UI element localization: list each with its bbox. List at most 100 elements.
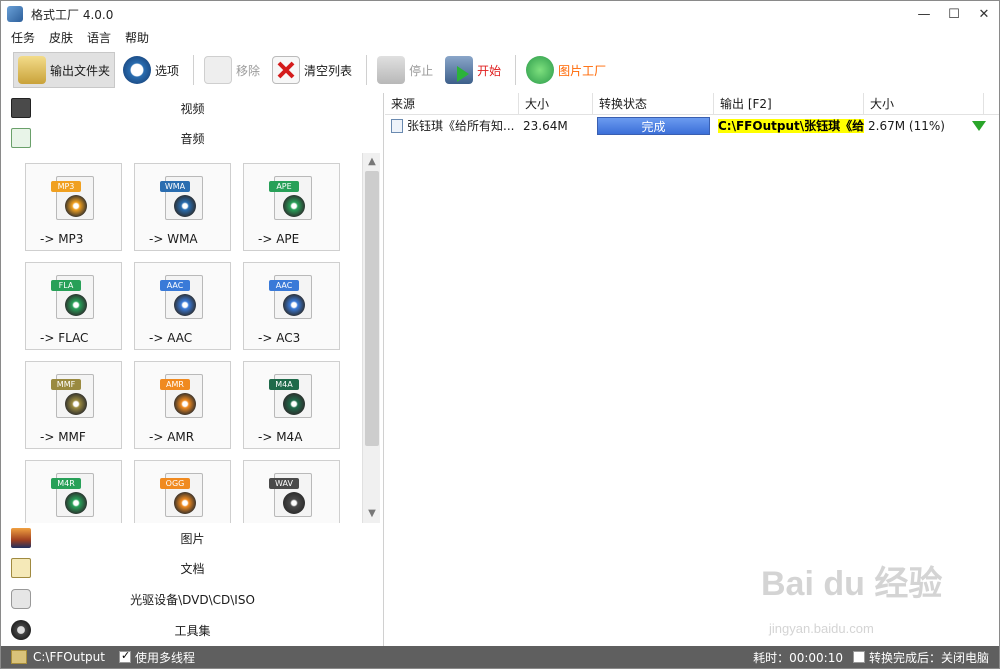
header-output-size[interactable]: 大小 xyxy=(864,93,984,115)
remove-button[interactable]: 移除 xyxy=(200,52,264,88)
format-glyph-icon xyxy=(65,393,87,415)
row-size: 23.64M xyxy=(523,119,568,133)
toolbar: 输出文件夹 选项 移除 清空列表 停止 开始 图片工厂 xyxy=(1,49,999,91)
format-tile[interactable]: AAC -> AC3 xyxy=(243,262,340,350)
header-source[interactable]: 来源 xyxy=(385,93,519,115)
download-arrow-icon[interactable] xyxy=(972,121,986,131)
row-source: 张钰琪《给所有知... xyxy=(407,119,515,133)
format-glyph-icon xyxy=(65,195,87,217)
baidu-watermark-url: jingyan.baidu.com xyxy=(769,621,874,636)
format-label: -> APE xyxy=(258,232,300,246)
format-tile[interactable]: MMF -> MMF xyxy=(25,361,122,449)
format-tile[interactable]: WAV xyxy=(243,460,340,523)
window-title: 格式工厂 4.0.0 xyxy=(31,7,114,22)
multithread-label: 使用多线程 xyxy=(134,650,195,665)
category-video[interactable]: 视频 xyxy=(1,93,384,123)
format-label: -> AMR xyxy=(149,430,195,444)
format-label: -> WMA xyxy=(149,232,198,246)
format-tag: AMR xyxy=(160,379,190,390)
category-panel: 视频 音频 MP3 -> MP3 WMA -> WMA APE -> APE FLA -> F… xyxy=(1,93,384,646)
format-tile[interactable]: AAC -> AAC xyxy=(134,262,231,350)
menu-skin[interactable]: 皮肤 xyxy=(49,29,73,46)
audio-format-icon: MMF xyxy=(51,374,94,418)
format-tile[interactable]: MP3 -> MP3 xyxy=(25,163,122,251)
format-tile[interactable]: M4A -> M4A xyxy=(243,361,340,449)
audio-format-icon: WAV xyxy=(269,473,312,517)
close-button[interactable]: ✕ xyxy=(969,1,999,27)
format-tag: FLA xyxy=(51,280,81,291)
format-tile[interactable]: OGG xyxy=(134,460,231,523)
format-tag: AAC xyxy=(160,280,190,291)
menu-language[interactable]: 语言 xyxy=(87,29,111,46)
format-glyph-icon xyxy=(174,492,196,514)
format-tile[interactable]: APE -> APE xyxy=(243,163,340,251)
category-document[interactable]: 文档 xyxy=(1,553,384,583)
menu-help[interactable]: 帮助 xyxy=(125,29,149,46)
audio-format-icon: M4A xyxy=(269,374,312,418)
task-list: 来源 大小 转换状态 输出 [F2] 大小 张钰琪《给所有知... 23.64M… xyxy=(385,93,999,646)
title-bar: 格式工厂 4.0.0 — ☐ ✕ xyxy=(1,1,999,27)
format-tag: MP3 xyxy=(51,181,81,192)
options-gear-icon xyxy=(123,56,152,84)
menu-bar: 任务 皮肤 语言 帮助 xyxy=(1,27,163,47)
format-scrollbar[interactable]: ▲ ▼ xyxy=(362,153,380,523)
header-size[interactable]: 大小 xyxy=(519,93,593,115)
audio-format-icon: APE xyxy=(269,176,312,220)
options-button[interactable]: 选项 xyxy=(119,52,183,88)
format-tag: MMF xyxy=(51,379,81,390)
format-tag: AAC xyxy=(269,280,299,291)
output-folder-button[interactable]: 输出文件夹 xyxy=(13,52,116,88)
scroll-up-arrow-icon[interactable]: ▲ xyxy=(364,154,380,170)
output-path[interactable]: C:\FFOutput xyxy=(33,650,105,664)
app-logo-icon xyxy=(7,6,23,22)
start-play-icon xyxy=(445,56,474,84)
header-status[interactable]: 转换状态 xyxy=(593,93,714,115)
scroll-thumb[interactable] xyxy=(365,171,379,446)
app-window: 格式工厂 4.0.0 — ☐ ✕ 任务 皮肤 语言 帮助 输出文件夹 选项 移除 xyxy=(0,0,1000,669)
category-toolkit[interactable]: 工具集 xyxy=(1,615,384,645)
multithread-checkbox[interactable] xyxy=(118,649,131,663)
format-glyph-icon xyxy=(65,294,87,316)
format-label: -> AAC xyxy=(149,331,193,345)
format-tile[interactable]: WMA -> WMA xyxy=(134,163,231,251)
stop-icon xyxy=(377,56,406,84)
format-glyph-icon xyxy=(174,393,196,415)
format-glyph-icon xyxy=(283,393,305,415)
format-grid: MP3 -> MP3 WMA -> WMA APE -> APE FLA -> FLAC AAC… xyxy=(1,153,363,523)
format-glyph-icon xyxy=(174,195,196,217)
audio-format-icon: M4R xyxy=(51,473,94,517)
format-label: -> M4A xyxy=(258,430,303,444)
format-tile[interactable]: AMR -> AMR xyxy=(134,361,231,449)
audio-format-icon: OGG xyxy=(160,473,203,517)
after-convert-checkbox[interactable] xyxy=(852,651,865,663)
menu-task[interactable]: 任务 xyxy=(11,29,35,46)
remove-doc-icon xyxy=(204,56,233,84)
maximize-button[interactable]: ☐ xyxy=(939,1,969,27)
start-button[interactable]: 开始 xyxy=(441,52,505,88)
clear-list-button[interactable]: 清空列表 xyxy=(268,52,356,88)
format-tile[interactable]: M4R xyxy=(25,460,122,523)
audio-file-icon xyxy=(391,119,403,133)
elapsed-time: 耗时：00:00:10 xyxy=(753,650,843,665)
category-rom-device[interactable]: 光驱设备\DVD\CD\ISO xyxy=(1,584,384,614)
toolbar-divider xyxy=(515,55,517,85)
header-output[interactable]: 输出 [F2] xyxy=(714,93,864,115)
audio-format-icon: WMA xyxy=(160,176,203,220)
output-folder-icon[interactable] xyxy=(11,650,27,664)
format-label: -> AC3 xyxy=(258,331,301,345)
category-picture[interactable]: 图片 xyxy=(1,523,384,553)
table-row[interactable]: 张钰琪《给所有知... 23.64M 完成 C:\FFOutput\张钰琪《给.… xyxy=(385,115,999,137)
format-tag: WMA xyxy=(160,181,190,192)
format-glyph-icon xyxy=(174,294,196,316)
category-audio[interactable]: 音频 xyxy=(1,123,384,153)
picture-factory-icon xyxy=(526,56,555,84)
picture-factory-button[interactable]: 图片工厂 xyxy=(522,52,610,88)
audio-format-icon: FLA xyxy=(51,275,94,319)
row-output-wrapper: C:\FFOutput\张钰琪《给... xyxy=(714,115,864,137)
minimize-button[interactable]: — xyxy=(909,1,939,27)
scroll-down-arrow-icon[interactable]: ▼ xyxy=(364,506,380,522)
format-tile[interactable]: FLA -> FLAC xyxy=(25,262,122,350)
status-bar: C:\FFOutput 使用多线程 耗时：00:00:10 转换完成后：关闭电脑 xyxy=(1,646,999,668)
stop-button[interactable]: 停止 xyxy=(373,52,437,88)
format-tag: M4A xyxy=(269,379,299,390)
